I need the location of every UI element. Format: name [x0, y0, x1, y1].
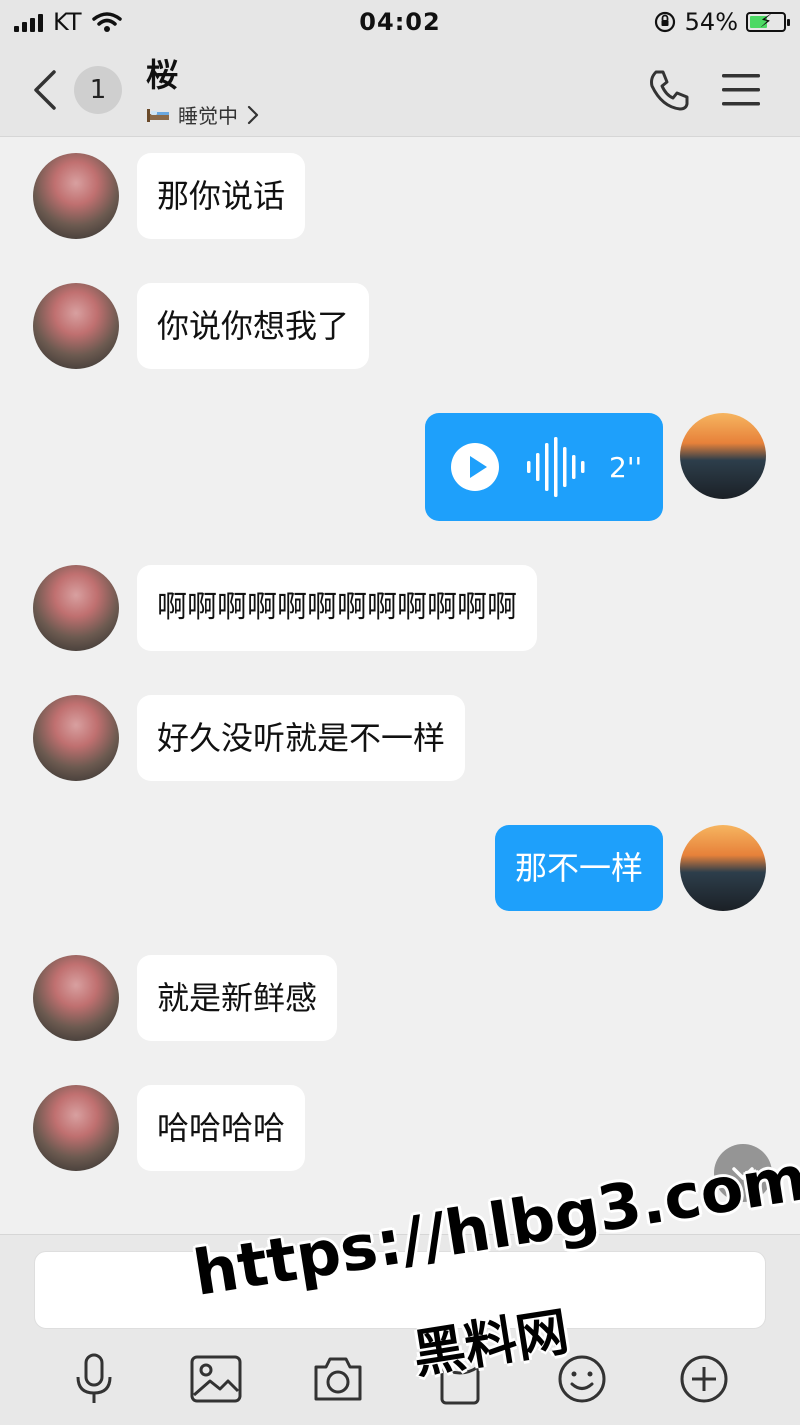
message-bubble[interactable]: 那你说话 — [137, 153, 306, 239]
friend-avatar[interactable] — [33, 955, 119, 1041]
status-right: 54% ⚡ — [653, 8, 790, 36]
battery-charging-icon: ⚡ — [746, 11, 790, 32]
message-bubble[interactable]: 那不一样 — [494, 825, 663, 911]
play-icon[interactable] — [451, 443, 499, 491]
friend-avatar[interactable] — [33, 283, 119, 369]
contact-name[interactable]: 桜 — [146, 50, 178, 96]
bed-icon — [147, 108, 169, 122]
message-bubble[interactable]: 啊啊啊啊啊啊啊啊啊啊啊啊 — [137, 565, 537, 651]
camera-icon[interactable] — [310, 1353, 366, 1405]
unread-badge[interactable]: 1 — [74, 66, 122, 114]
plus-icon[interactable] — [676, 1353, 732, 1405]
message-input[interactable] — [34, 1251, 766, 1329]
friend-avatar[interactable] — [33, 565, 119, 651]
emoji-icon[interactable] — [554, 1353, 610, 1405]
menu-icon[interactable] — [720, 70, 762, 110]
orientation-lock-icon — [654, 11, 675, 33]
chevron-down-icon — [732, 1167, 754, 1180]
chat-header: 1 桜 睡觉中 — [0, 44, 800, 136]
status-bar: KT 04:02 54% ⚡ — [0, 0, 800, 44]
message-bubble[interactable]: 你说你想我了 — [137, 283, 370, 369]
microphone-icon[interactable] — [66, 1353, 122, 1405]
back-icon[interactable] — [26, 66, 66, 114]
bolt-icon: ⚡ — [759, 11, 773, 32]
scroll-to-bottom-button[interactable] — [714, 1144, 772, 1202]
friend-avatar[interactable] — [33, 153, 119, 239]
chat-area[interactable]: 那你说话 你说你想我了 2'' 啊啊啊啊啊啊啊啊啊啊啊啊 好久没听就是不一样 那… — [0, 137, 800, 1234]
my-avatar[interactable] — [680, 413, 766, 499]
image-icon[interactable] — [188, 1353, 244, 1405]
phone-icon[interactable] — [644, 66, 692, 114]
battery-percent: 54% — [684, 8, 738, 36]
message-bubble[interactable]: 就是新鲜感 — [137, 955, 338, 1041]
contact-status-text: 睡觉中 — [178, 104, 238, 128]
contact-status[interactable]: 睡觉中 — [146, 100, 260, 129]
voice-message[interactable]: 2'' — [425, 413, 663, 521]
my-avatar[interactable] — [680, 825, 766, 911]
message-bubble[interactable]: 好久没听就是不一样 — [137, 695, 466, 781]
friend-avatar[interactable] — [33, 695, 119, 781]
message-bubble[interactable]: 哈哈哈哈 — [137, 1085, 306, 1171]
friend-avatar[interactable] — [33, 1085, 119, 1171]
top-bar: KT 04:02 54% ⚡ 1 桜 睡觉中 — [0, 0, 800, 137]
voice-duration: 2'' — [609, 451, 643, 484]
composer-bar — [0, 1234, 800, 1425]
red-packet-icon[interactable] — [432, 1353, 488, 1405]
chevron-right-icon — [247, 105, 259, 124]
waveform-icon — [527, 437, 585, 497]
